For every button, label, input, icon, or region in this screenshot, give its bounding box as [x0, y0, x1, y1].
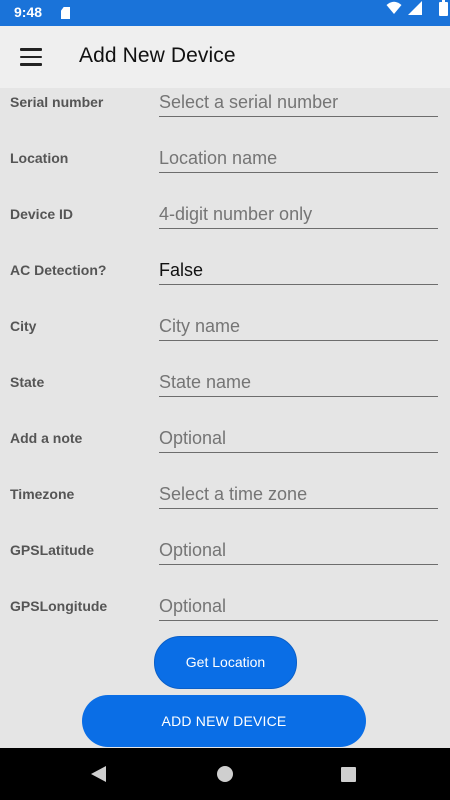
home-icon[interactable] [217, 766, 233, 782]
gps-latitude-row: GPSLatitude [0, 536, 450, 592]
timezone-row: Timezone [0, 480, 450, 536]
wifi-icon [386, 1, 402, 14]
serial-number-label: Serial number [10, 94, 104, 110]
ac-detection-row: AC Detection? False [0, 256, 450, 312]
serial-number-picker[interactable] [159, 88, 438, 117]
city-label: City [10, 318, 37, 334]
state-input[interactable] [159, 368, 438, 397]
note-row: Add a note [0, 424, 450, 480]
gps-longitude-input[interactable] [159, 592, 438, 621]
city-input[interactable] [159, 312, 438, 341]
back-icon[interactable] [89, 765, 107, 783]
hamburger-menu-icon[interactable] [20, 48, 42, 66]
location-row: Location [0, 144, 450, 200]
signal-icon [408, 1, 422, 15]
gps-latitude-input[interactable] [159, 536, 438, 565]
note-input[interactable] [159, 424, 438, 453]
device-id-label: Device ID [10, 206, 74, 222]
ac-detection-label: AC Detection? [10, 262, 107, 278]
gps-latitude-label: GPSLatitude [10, 542, 95, 558]
app-bar: Add New Device [0, 26, 450, 88]
status-time: 9:48 [14, 4, 43, 20]
state-label: State [10, 374, 45, 390]
gps-longitude-label: GPSLongitude [10, 598, 108, 614]
status-bar: 9:48 [0, 0, 450, 26]
timezone-picker[interactable] [159, 480, 438, 509]
timezone-label: Timezone [10, 486, 75, 502]
recents-icon[interactable] [341, 767, 356, 782]
device-id-row: Device ID [0, 200, 450, 256]
device-id-input[interactable] [159, 200, 438, 229]
add-new-device-button[interactable]: ADD NEW DEVICE [82, 695, 366, 747]
city-row: City [0, 312, 450, 368]
system-navigation-bar [0, 748, 450, 800]
state-row: State [0, 368, 450, 424]
get-location-button[interactable]: Get Location [154, 636, 297, 689]
serial-number-row: Serial number [0, 88, 450, 144]
add-device-form: Serial number Location Device ID AC Dete… [0, 88, 450, 648]
ac-detection-picker[interactable]: False [159, 256, 438, 285]
battery-icon [439, 0, 448, 16]
page-title: Add New Device [79, 44, 236, 67]
note-label: Add a note [10, 430, 83, 446]
sd-card-icon [61, 7, 70, 19]
location-input[interactable] [159, 144, 438, 173]
location-label: Location [10, 150, 69, 166]
